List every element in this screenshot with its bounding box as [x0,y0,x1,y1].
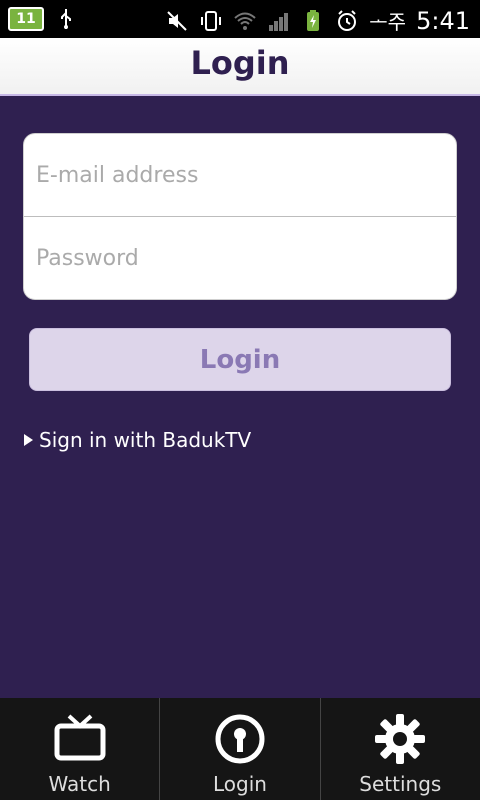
notification-count: 11 [16,11,36,27]
nav-label-login: Login [213,772,267,796]
clock: 5:41 [416,6,470,35]
signal-icon [269,12,289,31]
nav-item-watch[interactable]: Watch [0,698,159,800]
email-field[interactable] [24,134,456,217]
notification-badge-icon: 11 [8,7,44,31]
nav-item-login[interactable]: Login [159,698,319,800]
wifi-icon [234,12,256,30]
keyhole-icon [215,714,265,764]
carrier-label: ᅩ주 [369,10,407,34]
bottom-nav: Watch Login Settings [0,698,480,800]
status-bar: 11 ᅩ주 5:41 [0,0,480,38]
sign-in-link-label: Sign in with BadukTV [39,428,252,452]
play-arrow-icon [24,434,33,446]
nav-label-settings: Settings [359,772,442,796]
nav-label-watch: Watch [48,772,111,796]
password-field[interactable] [24,217,456,299]
login-button[interactable]: Login [29,328,451,391]
tv-icon [54,714,106,761]
sign-in-with-baduktv-link[interactable]: Sign in with BadukTV [24,428,251,452]
login-form [23,133,457,300]
nav-item-settings[interactable]: Settings [319,698,480,800]
usb-icon [61,9,71,29]
title-bar: Login [0,38,480,96]
alarm-icon [338,9,357,31]
battery-charging-icon [307,9,320,31]
gear-icon [375,714,426,764]
vibrate-icon [201,10,222,31]
page-title: Login [190,44,290,82]
mute-icon [167,10,187,31]
